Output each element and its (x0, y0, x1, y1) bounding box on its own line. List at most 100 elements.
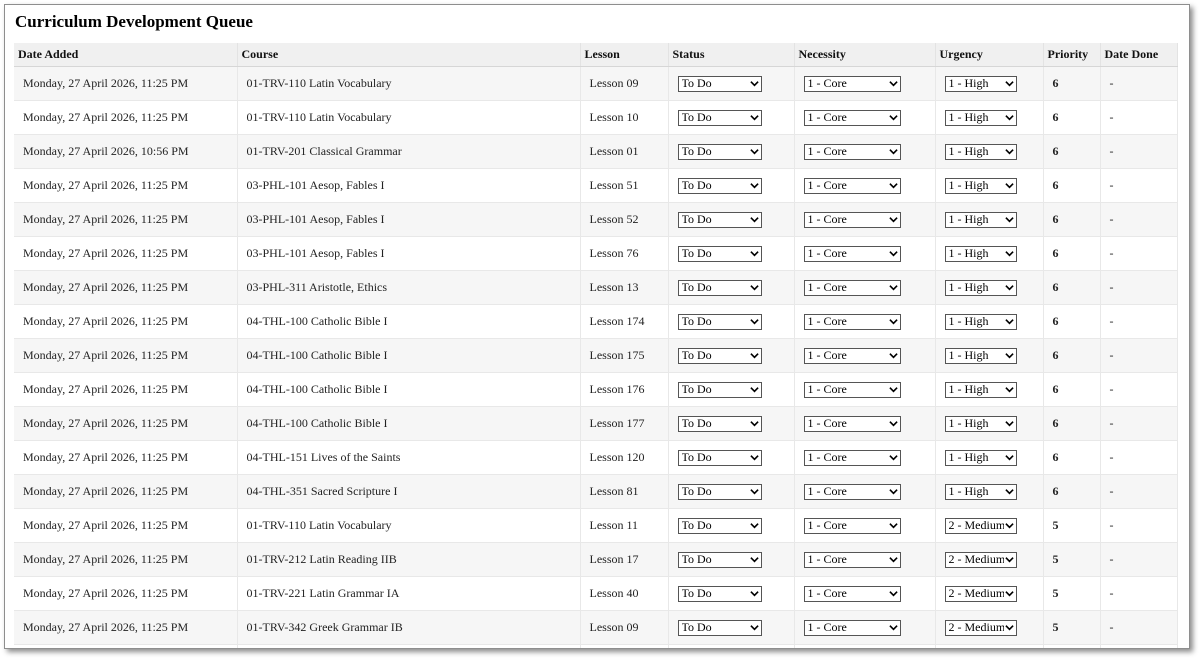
urgency-cell: 1 - High (935, 100, 1044, 135)
urgency-select[interactable]: 2 - Medium (944, 517, 1017, 534)
necessity-select[interactable]: 1 - Core (803, 143, 901, 160)
necessity-select[interactable]: 1 - Core (803, 415, 901, 432)
date-added-cell: Monday, 27 April 2026, 11:25 PM (14, 508, 238, 543)
chevron-down-icon (749, 387, 759, 393)
status-select[interactable]: To Do (677, 381, 762, 398)
date-added-cell: Monday, 27 April 2026, 11:25 PM (14, 100, 238, 135)
urgency-select[interactable]: 2 - Medium (944, 619, 1017, 636)
necessity-cell: 1 - Core (794, 202, 936, 237)
column-header-priority[interactable]: Priority (1043, 43, 1101, 67)
urgency-select[interactable]: 1 - High (944, 483, 1017, 500)
status-select[interactable]: To Do (677, 551, 762, 568)
urgency-select[interactable]: 1 - High (944, 109, 1017, 126)
status-select[interactable]: To Do (677, 449, 762, 466)
urgency-select[interactable]: 1 - High (944, 415, 1017, 432)
status-select[interactable]: To Do (677, 109, 762, 126)
status-select[interactable]: To Do (677, 585, 762, 602)
lesson-cell: Lesson 174 (580, 304, 669, 339)
necessity-select-value: 1 - Core (807, 76, 847, 91)
urgency-select[interactable]: 1 - High (944, 143, 1017, 160)
status-select-value: To Do (681, 144, 712, 159)
urgency-select[interactable]: 1 - High (944, 211, 1017, 228)
status-select-value: To Do (681, 178, 712, 193)
urgency-select-value: 1 - High (948, 484, 989, 499)
necessity-select[interactable]: 1 - Core (803, 347, 901, 364)
chevron-down-icon (888, 81, 898, 87)
priority-cell: 6 (1043, 134, 1101, 169)
necessity-select-value: 1 - Core (807, 178, 847, 193)
status-select[interactable]: To Do (677, 245, 762, 262)
necessity-select-value: 1 - Core (807, 144, 847, 159)
urgency-select[interactable]: 1 - High (944, 177, 1017, 194)
urgency-select[interactable]: 2 - Medium (944, 551, 1017, 568)
necessity-select-value: 1 - Core (807, 586, 847, 601)
course-cell: 01-TRV-342 Greek Grammar IB (237, 610, 581, 645)
necessity-select[interactable]: 1 - Core (803, 381, 901, 398)
column-header-urgency[interactable]: Urgency (935, 43, 1044, 67)
priority-cell: 6 (1043, 406, 1101, 441)
necessity-select[interactable]: 1 - Core (803, 211, 901, 228)
necessity-select[interactable]: 1 - Core (803, 517, 901, 534)
status-select[interactable]: To Do (677, 517, 762, 534)
necessity-select[interactable]: 1 - Core (803, 449, 901, 466)
urgency-select[interactable]: 2 - Medium (944, 585, 1017, 602)
urgency-select[interactable]: 1 - High (944, 279, 1017, 296)
status-select[interactable]: To Do (677, 177, 762, 194)
column-header-course[interactable]: Course (237, 43, 581, 67)
necessity-select[interactable]: 1 - Core (803, 483, 901, 500)
column-header-lesson[interactable]: Lesson (580, 43, 669, 67)
priority-cell: 6 (1043, 168, 1101, 203)
status-select[interactable]: To Do (677, 143, 762, 160)
status-select[interactable]: To Do (677, 279, 762, 296)
column-header-status[interactable]: Status (668, 43, 795, 67)
necessity-select[interactable]: 1 - Core (803, 75, 901, 92)
necessity-select[interactable]: 1 - Core (803, 619, 901, 636)
urgency-select-value: 1 - High (948, 76, 989, 91)
date-done-cell: - (1100, 134, 1178, 169)
lesson-cell: Lesson 11 (580, 508, 669, 543)
priority-cell: 6 (1043, 338, 1101, 373)
status-select[interactable]: To Do (677, 313, 762, 330)
status-select[interactable]: To Do (677, 415, 762, 432)
column-header-necessity[interactable]: Necessity (794, 43, 936, 67)
chevron-down-icon (1004, 625, 1014, 631)
necessity-select[interactable]: 1 - Core (803, 551, 901, 568)
status-cell: To Do (668, 168, 795, 203)
status-select[interactable]: To Do (677, 347, 762, 364)
necessity-select[interactable]: 1 - Core (803, 279, 901, 296)
status-cell: To Do (668, 372, 795, 407)
urgency-select[interactable]: 1 - High (944, 313, 1017, 330)
column-header-date-done[interactable]: Date Done (1100, 43, 1178, 67)
course-cell: 01-TRV-110 Latin Vocabulary (237, 66, 581, 101)
status-select-value: To Do (681, 382, 712, 397)
course-cell: 04-THL-100 Catholic Bible I (237, 304, 581, 339)
date-added-cell: Monday, 27 April 2026, 11:25 PM (14, 440, 238, 475)
status-cell: To Do (668, 440, 795, 475)
chevron-down-icon (1004, 115, 1014, 121)
column-header-date-added[interactable]: Date Added (14, 43, 238, 67)
urgency-select[interactable]: 1 - High (944, 245, 1017, 262)
urgency-cell: 2 - Medium (935, 576, 1044, 611)
status-select[interactable]: To Do (677, 619, 762, 636)
necessity-select[interactable]: 1 - Core (803, 313, 901, 330)
necessity-select[interactable]: 1 - Core (803, 245, 901, 262)
priority-cell: 6 (1043, 202, 1101, 237)
status-select[interactable]: To Do (677, 483, 762, 500)
course-cell: 03-PHL-101 Aesop, Fables I (237, 168, 581, 203)
status-cell: To Do (668, 270, 795, 305)
urgency-select[interactable]: 1 - High (944, 449, 1017, 466)
necessity-select[interactable]: 1 - Core (803, 585, 901, 602)
chevron-down-icon (749, 319, 759, 325)
course-cell: 04-THL-100 Catholic Bible I (237, 372, 581, 407)
status-select[interactable]: To Do (677, 211, 762, 228)
chevron-down-icon (749, 591, 759, 597)
necessity-select[interactable]: 1 - Core (803, 109, 901, 126)
urgency-select[interactable]: 1 - High (944, 75, 1017, 92)
urgency-select[interactable]: 1 - High (944, 381, 1017, 398)
status-select[interactable]: To Do (677, 75, 762, 92)
necessity-select[interactable]: 1 - Core (803, 177, 901, 194)
necessity-cell: 1 - Core (794, 100, 936, 135)
status-select-value: To Do (681, 246, 712, 261)
date-added-cell: Monday, 27 April 2026, 11:25 PM (14, 610, 238, 645)
urgency-select[interactable]: 1 - High (944, 347, 1017, 364)
